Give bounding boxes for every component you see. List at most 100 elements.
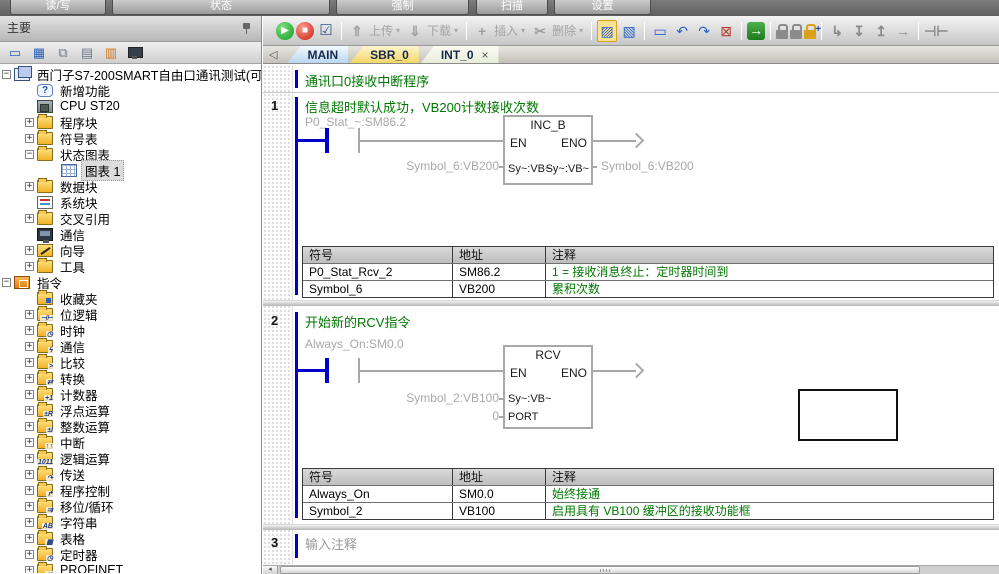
tree-program-control[interactable]: + ↱ 程序控制 — [0, 482, 261, 498]
contact-button[interactable]: ⊣⊢ — [924, 19, 948, 43]
expander-icon[interactable]: + — [25, 390, 34, 399]
tab-scroll-left-icon[interactable]: ◁ — [269, 48, 277, 61]
port-pin[interactable]: PORT — [508, 411, 538, 423]
horizontal-scrollbar[interactable]: ◂ — [263, 565, 999, 574]
separator[interactable] — [918, 22, 919, 40]
tree-counters[interactable]: + +1 计数器 — [0, 386, 261, 402]
expander-icon[interactable]: + — [25, 470, 34, 479]
upload-button[interactable]: ⇑ 上传 ▾ — [347, 19, 403, 43]
branch-down-button[interactable]: ↳ — [827, 19, 847, 43]
expander-icon[interactable]: + — [25, 438, 34, 447]
insert-network-button[interactable]: ▭ — [650, 19, 670, 43]
tree-wizards[interactable]: + 向导 — [0, 242, 261, 258]
expander-icon[interactable]: + — [25, 342, 34, 351]
expander-icon[interactable]: + — [25, 246, 34, 255]
out-pin[interactable]: Sy~:VB~ — [546, 163, 589, 175]
contact-leg[interactable] — [325, 128, 329, 153]
tree-integer-math[interactable]: + ±I 整数运算 — [0, 418, 261, 434]
tree-status-chart[interactable]: − 状态图表 — [0, 146, 261, 162]
expander-icon[interactable]: − — [2, 278, 11, 287]
tree-float-math[interactable]: + ±R 浮点运算 — [0, 402, 261, 418]
cross-reference-icon[interactable]: ▥ — [102, 45, 120, 61]
symbol-table-row[interactable]: Symbol_6 VB200 累积次数 — [303, 280, 993, 297]
expander-icon[interactable]: − — [25, 150, 34, 159]
dropdown-arrow-icon[interactable]: ▾ — [454, 26, 458, 35]
expander-icon[interactable]: + — [25, 182, 34, 191]
ribbon-force[interactable]: 强制 — [336, 0, 469, 15]
port-operand-label[interactable]: 0 — [389, 409, 499, 423]
tbl-operand-label[interactable]: Symbol_2:VB100 — [389, 391, 499, 405]
expander-icon[interactable]: + — [25, 534, 34, 543]
redo-network-button[interactable]: ↷ — [694, 19, 714, 43]
expander-icon[interactable]: + — [25, 358, 34, 367]
run-button[interactable]: ▶ — [276, 19, 294, 43]
symbol-table-row[interactable]: Symbol_2 VB100 启用具有 VB100 缓冲区的接收功能框 — [303, 502, 993, 519]
tree-cpu[interactable]: CPU ST20 — [0, 98, 261, 114]
tree-communications[interactable]: 通信 — [0, 226, 261, 242]
tree-instructions[interactable]: − 指令 — [0, 274, 261, 290]
tab-main[interactable]: MAIN — [287, 46, 348, 63]
tree-logic-operations[interactable]: + 1011 逻辑运算 — [0, 450, 261, 466]
tree-comm-instructions[interactable]: + ϟ 通信 — [0, 338, 261, 354]
expander-icon[interactable]: − — [2, 70, 11, 79]
expander-icon[interactable]: + — [25, 550, 34, 559]
contact-operand-label[interactable]: Always_On:SM0.0 — [305, 337, 404, 351]
multi-selection-button[interactable]: ▧ — [619, 19, 639, 43]
out-operand-label[interactable]: Symbol_6:VB200 — [601, 159, 694, 173]
compile-button[interactable]: ☑ — [316, 19, 336, 43]
expander-icon[interactable]: + — [25, 406, 34, 415]
lock-button[interactable] — [776, 19, 788, 43]
tree-timers[interactable]: + ◷ 定时器 — [0, 546, 261, 562]
stop-button[interactable]: ■ — [296, 19, 314, 43]
symbol-table-icon[interactable]: ▦ — [30, 45, 48, 61]
tab-int0[interactable]: INT_0 × — [421, 46, 499, 63]
tree-tools[interactable]: + 工具 — [0, 258, 261, 274]
expander-icon[interactable]: + — [25, 518, 34, 527]
expander-icon[interactable]: + — [25, 486, 34, 495]
ribbon-status[interactable]: 状态 — [112, 0, 330, 15]
tree-project-root[interactable]: − 西门子S7-200SMART自由口通讯测试(可发 — [0, 66, 261, 82]
delete-button[interactable]: ✂ 删除 ▾ — [530, 19, 586, 43]
expander-icon[interactable]: + — [25, 134, 34, 143]
download-button[interactable]: ⇓ 下载 ▾ — [405, 19, 461, 43]
rcv-box[interactable]: RCV EN ENO Sy~:VB~ PORT — [503, 345, 593, 429]
expander-icon[interactable]: + — [25, 454, 34, 463]
network-3-comment-placeholder[interactable]: 输入注释 — [305, 534, 357, 553]
dropdown-arrow-icon[interactable]: ▾ — [579, 26, 583, 35]
tree-new-features[interactable]: 新增功能 — [0, 82, 261, 98]
line-up-button[interactable]: ↥ — [871, 19, 891, 43]
expander-icon[interactable]: + — [25, 422, 34, 431]
separator[interactable] — [770, 22, 771, 40]
separator[interactable] — [466, 22, 467, 40]
expander-icon[interactable]: + — [25, 374, 34, 383]
separator[interactable] — [644, 22, 645, 40]
ribbon-scan[interactable]: 扫描 — [476, 0, 548, 15]
separator[interactable] — [741, 22, 742, 40]
separator[interactable] — [591, 22, 592, 40]
program-editor-icon[interactable]: ▭ — [6, 45, 24, 61]
ribbon-settings[interactable]: 设置 — [554, 0, 651, 15]
tree-data-block[interactable]: + 数据块 — [0, 178, 261, 194]
tree-move[interactable]: + ↷ 传送 — [0, 466, 261, 482]
tree-favorites[interactable]: 收藏夹 — [0, 290, 261, 306]
tree-shift-rotate[interactable]: + ⇉ 移位/循环 — [0, 498, 261, 514]
inc-b-box[interactable]: INC_B EN ENO Sy~:VB~ Sy~:VB~ — [503, 115, 593, 185]
tree-bit-logic[interactable]: + ⊣⊢ 位逻辑 — [0, 306, 261, 322]
tree-table[interactable]: + ▦ 表格 — [0, 530, 261, 546]
tree-clock[interactable]: + ◷ 时钟 — [0, 322, 261, 338]
status-chart-icon[interactable]: ⧉ — [54, 45, 72, 61]
tbl-pin[interactable]: Sy~:VB~ — [508, 393, 551, 405]
contact-operand-label[interactable]: P0_Stat_~:SM86.2 — [305, 115, 406, 129]
tree-chart-1[interactable]: 图表 1 — [0, 162, 261, 178]
tree-symbol-table[interactable]: + 符号表 — [0, 130, 261, 146]
expander-icon[interactable]: + — [25, 326, 34, 335]
undo-network-button[interactable]: ↶ — [672, 19, 692, 43]
symbol-table-row[interactable]: Always_On SM0.0 始终接通 — [303, 485, 993, 502]
expander-icon[interactable]: + — [25, 310, 34, 319]
tree-interrupt[interactable]: + ↑↑ 中断 — [0, 434, 261, 450]
scroll-left-icon[interactable]: ◂ — [263, 566, 278, 574]
tree-cross-reference[interactable]: + 交叉引用 — [0, 210, 261, 226]
tab-sbr0[interactable]: SBR_0 — [350, 46, 419, 63]
communications-icon[interactable] — [126, 45, 144, 61]
line-down-button[interactable]: ↧ — [849, 19, 869, 43]
